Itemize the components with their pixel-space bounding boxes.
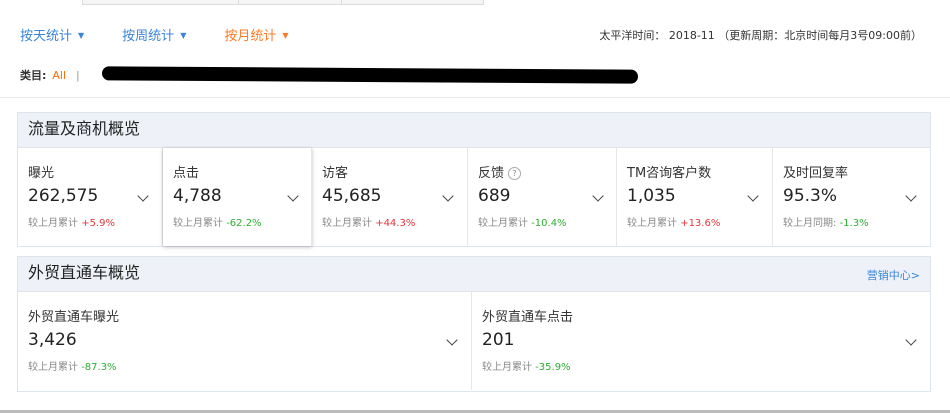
metric-value: 1,035 <box>627 186 676 206</box>
panel-header: 外贸直通车概览 营销中心> <box>18 257 930 292</box>
metric-compare: 较上月累计 -10.4% <box>478 218 567 229</box>
chevron-down-icon[interactable] <box>137 190 149 202</box>
metric-name: 访客 <box>322 166 349 181</box>
metric-p4p-exposure[interactable]: 外贸直通车曝光 3,426 较上月累计 -87.3% <box>18 292 472 390</box>
redaction-mark <box>101 66 639 84</box>
top-tab-strip <box>82 0 484 5</box>
chevron-down-icon[interactable] <box>592 190 604 202</box>
metric-value: 262,575 <box>28 186 99 206</box>
metric-value: 3,426 <box>28 330 77 350</box>
metric-tm-customers[interactable]: TM咨询客户数 1,035 较上月累计 +13.6% <box>617 148 773 246</box>
caret-down-icon: ▼ <box>282 31 289 40</box>
filter-by-week[interactable]: 按周统计 ▼ <box>122 26 186 46</box>
metric-name: 反馈? <box>478 162 522 181</box>
metric-value: 95.3% <box>783 186 838 206</box>
caret-down-icon: ▼ <box>78 31 85 40</box>
stat-period-filters: 按天统计 ▼ 按周统计 ▼ 按月统计 ▼ <box>20 26 327 46</box>
metric-value: 45,685 <box>322 186 382 206</box>
metric-exposure[interactable]: 曝光 262,575 较上月累计 +5.9% <box>18 148 163 246</box>
metric-compare: 较上月累计 +5.9% <box>28 218 115 229</box>
metric-name: 外贸直通车点击 <box>482 310 574 325</box>
help-icon[interactable]: ? <box>508 167 522 180</box>
tab-separator <box>238 0 239 4</box>
traffic-overview-panel: 流量及商机概览 曝光 262,575 较上月累计 +5.9% 点击 4,788 … <box>17 112 931 247</box>
metric-value: 689 <box>478 186 511 206</box>
panel-title: 流量及商机概览 <box>28 119 141 138</box>
category-all-link[interactable]: All <box>52 69 66 82</box>
panel-header: 流量及商机概览 <box>18 113 930 148</box>
caret-down-icon: ▼ <box>180 31 187 40</box>
metric-clicks[interactable]: 点击 4,788 较上月累计 -62.2% <box>163 148 312 246</box>
category-label: 类目: <box>20 69 47 82</box>
metric-value: 201 <box>482 330 515 350</box>
chevron-down-icon[interactable] <box>446 334 458 346</box>
metric-compare: 较上月累计 +13.6% <box>627 218 721 229</box>
panel-title: 外贸直通车概览 <box>28 263 141 282</box>
filter-by-day[interactable]: 按天统计 ▼ <box>20 26 84 46</box>
metric-name: 点击 <box>173 166 200 181</box>
header-divider <box>0 97 950 98</box>
metric-feedback[interactable]: 反馈? 689 较上月累计 -10.4% <box>468 148 617 246</box>
chevron-down-icon[interactable] <box>747 190 759 202</box>
metric-compare: 较上月同期: -1.3% <box>783 218 869 229</box>
metric-compare: 较上月累计 -87.3% <box>28 362 117 373</box>
category-separator: | <box>76 69 80 82</box>
metric-name: 曝光 <box>28 166 55 181</box>
chevron-down-icon[interactable] <box>442 190 454 202</box>
timeline-info: 太平洋时间： 2018-11 （更新周期：北京时间每月3号09:00前） <box>599 29 922 42</box>
metric-cells: 曝光 262,575 较上月累计 +5.9% 点击 4,788 较上月累计 -6… <box>18 148 930 246</box>
p4p-overview-panel: 外贸直通车概览 营销中心> 外贸直通车曝光 3,426 较上月累计 -87.3%… <box>17 256 931 392</box>
marketing-center-link[interactable]: 营销中心> <box>867 267 920 283</box>
metric-name: TM咨询客户数 <box>627 166 712 181</box>
metric-name: 及时回复率 <box>783 166 849 181</box>
chevron-down-icon[interactable] <box>905 334 917 346</box>
metric-compare: 较上月累计 -62.2% <box>173 218 262 229</box>
category-filter: 类目: All | <box>20 68 80 84</box>
metric-name: 外贸直通车曝光 <box>28 310 120 325</box>
chevron-down-icon[interactable] <box>287 190 299 202</box>
metric-compare: 较上月累计 -35.9% <box>482 362 571 373</box>
metric-value: 4,788 <box>173 186 222 206</box>
metric-compare: 较上月累计 +44.3% <box>322 218 416 229</box>
metric-visitors[interactable]: 访客 45,685 较上月累计 +44.3% <box>312 148 468 246</box>
metric-cells: 外贸直通车曝光 3,426 较上月累计 -87.3% 外贸直通车点击 201 较… <box>18 292 930 390</box>
tab-separator <box>341 0 342 4</box>
metric-p4p-clicks[interactable]: 外贸直通车点击 201 较上月累计 -35.9% <box>472 292 930 390</box>
filter-by-month[interactable]: 按月统计 ▼ <box>224 26 288 46</box>
metric-reply-rate[interactable]: 及时回复率 95.3% 较上月同期: -1.3% <box>773 148 930 246</box>
chevron-down-icon[interactable] <box>905 190 917 202</box>
